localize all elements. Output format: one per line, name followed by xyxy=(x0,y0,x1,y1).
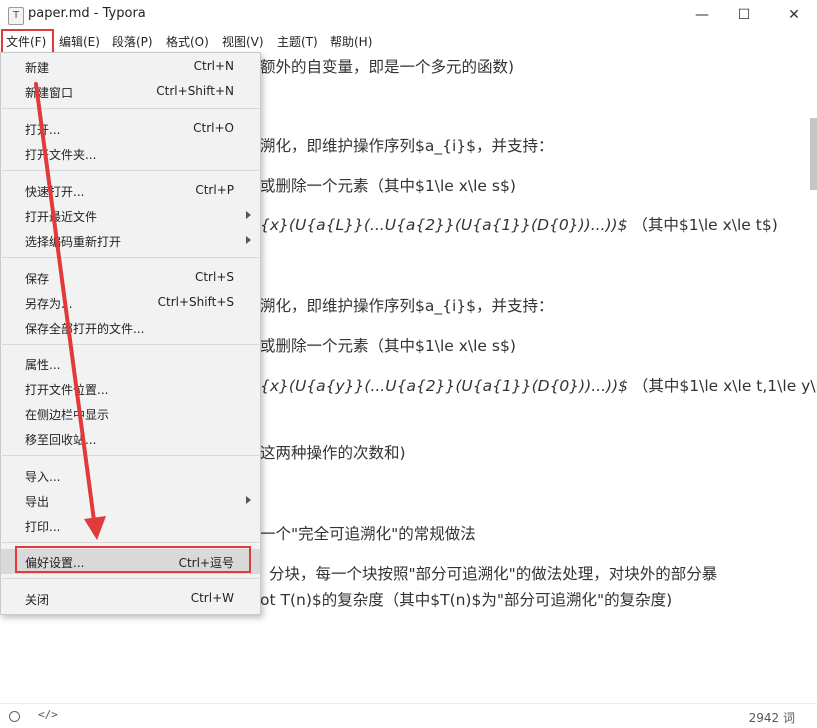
file-menu-highlight-box xyxy=(1,29,54,54)
preferences-highlight-box xyxy=(15,546,251,573)
menu-separator xyxy=(2,108,259,109)
minimize-button[interactable]: — xyxy=(679,0,725,30)
menu-item-label: 新建 xyxy=(25,61,50,75)
menu-open-folder[interactable]: 打开文件夹... xyxy=(1,141,260,166)
menu-paragraph[interactable]: 段落(P) xyxy=(112,33,153,50)
submenu-arrow-icon xyxy=(246,236,251,244)
editor-line: {x}(U{a{L}}(...U{a{2}}(U{a{1}}(D{0}))...… xyxy=(260,213,778,235)
menu-print[interactable]: 打印... xyxy=(1,513,260,538)
maximize-button[interactable]: ☐ xyxy=(721,0,767,30)
status-bar: </> 2942 词 xyxy=(0,703,817,728)
menu-item-label: 打开文件位置... xyxy=(25,383,109,397)
file-menu-dropdown: 新建 Ctrl+N 新建窗口 Ctrl+Shift+N 打开... Ctrl+O… xyxy=(0,52,261,615)
math-text: {x}(U{a{L}}(...U{a{2}}(U{a{1}}(D{0}))...… xyxy=(260,216,628,234)
vertical-scrollbar-thumb[interactable] xyxy=(810,118,817,190)
editor-line: 额外的自变量，即是一个多元的函数) xyxy=(260,58,515,76)
menu-separator xyxy=(2,257,259,258)
math-note: （其中$1\le x\le t,1\le y\le xyxy=(632,377,817,395)
menu-separator xyxy=(2,578,259,579)
submenu-arrow-icon xyxy=(246,211,251,219)
menu-open-file-location[interactable]: 打开文件位置... xyxy=(1,376,260,401)
menu-help[interactable]: 帮助(H) xyxy=(330,33,372,50)
editor-line: 或删除一个元素（其中$1\le x\le s$) xyxy=(260,177,516,195)
menu-item-label: 保存全部打开的文件... xyxy=(25,322,145,336)
menu-new[interactable]: 新建 Ctrl+N xyxy=(1,54,260,79)
math-text: {x}(U{a{y}}(...U{a{2}}(U{a{1}}(D{0}))...… xyxy=(260,377,628,395)
title-bar: T paper.md - Typora — ☐ ✕ xyxy=(0,0,817,30)
menu-item-shortcut: Ctrl+W xyxy=(190,591,234,605)
submenu-arrow-icon xyxy=(246,496,251,504)
menu-item-label: 打开最近文件 xyxy=(25,210,98,224)
menu-item-shortcut: Ctrl+O xyxy=(193,121,234,135)
menu-item-shortcut: Ctrl+Shift+S xyxy=(157,295,234,309)
math-note: （其中$1\le x\le t$) xyxy=(632,216,778,234)
menu-move-to-trash[interactable]: 移至回收站... xyxy=(1,426,260,451)
menu-new-window[interactable]: 新建窗口 Ctrl+Shift+N xyxy=(1,79,260,104)
editor-line: 分块，每一个块按照"部分可追溯化"的做法处理，对块外的部分暴 xyxy=(269,565,718,583)
menu-theme[interactable]: 主题(T) xyxy=(277,33,318,50)
source-code-icon[interactable]: </> xyxy=(38,708,58,721)
menu-open[interactable]: 打开... Ctrl+O xyxy=(1,116,260,141)
menu-export[interactable]: 导出 xyxy=(1,488,260,513)
editor-line: ot T(n)$的复杂度（其中$T(n)$为"部分可追溯化"的复杂度) xyxy=(260,591,673,609)
menu-item-label: 导出 xyxy=(25,495,50,509)
menu-close[interactable]: 关闭 Ctrl+W xyxy=(1,586,260,611)
menu-view[interactable]: 视图(V) xyxy=(222,33,264,50)
editor-line: 或删除一个元素（其中$1\le x\le s$) xyxy=(260,337,516,355)
menu-item-label: 选择编码重新打开 xyxy=(25,235,122,249)
menu-item-label: 导入... xyxy=(25,470,61,484)
menu-item-shortcut: Ctrl+Shift+N xyxy=(156,84,234,98)
menu-save-as[interactable]: 另存为... Ctrl+Shift+S xyxy=(1,290,260,315)
menu-save-all[interactable]: 保存全部打开的文件... xyxy=(1,315,260,340)
window-title: paper.md - Typora xyxy=(28,6,146,21)
menu-item-label: 打开文件夹... xyxy=(25,148,97,162)
menu-save[interactable]: 保存 Ctrl+S xyxy=(1,265,260,290)
typora-app-icon: T xyxy=(8,7,24,25)
editor-line: 这两种操作的次数和) xyxy=(260,444,406,462)
word-count[interactable]: 2942 词 xyxy=(749,709,795,726)
menu-separator xyxy=(2,170,259,171)
menu-bar: 文件(F) 编辑(E) 段落(P) 格式(O) 视图(V) 主题(T) 帮助(H… xyxy=(0,30,817,52)
menu-reveal-in-sidebar[interactable]: 在侧边栏中显示 xyxy=(1,401,260,426)
editor-line: 溯化，即维护操作序列$a_{i}$，并支持： xyxy=(260,137,554,155)
menu-item-label: 快速打开... xyxy=(25,185,85,199)
menu-item-label: 保存 xyxy=(25,272,50,286)
editor-line: {x}(U{a{y}}(...U{a{2}}(U{a{1}}(D{0}))...… xyxy=(260,374,817,396)
menu-item-label: 打印... xyxy=(25,520,61,534)
menu-item-label: 新建窗口 xyxy=(25,86,74,100)
menu-properties[interactable]: 属性... xyxy=(1,351,260,376)
menu-reopen-with-encoding[interactable]: 选择编码重新打开 xyxy=(1,228,260,253)
menu-item-label: 打开... xyxy=(25,123,61,137)
menu-item-shortcut: Ctrl+S xyxy=(194,270,234,284)
menu-separator xyxy=(2,455,259,456)
editor-line: 溯化，即维护操作序列$a_{i}$，并支持： xyxy=(260,297,554,315)
menu-item-label: 另存为... xyxy=(25,297,73,311)
menu-import[interactable]: 导入... xyxy=(1,463,260,488)
menu-edit[interactable]: 编辑(E) xyxy=(59,33,100,50)
menu-quick-open[interactable]: 快速打开... Ctrl+P xyxy=(1,178,260,203)
menu-separator xyxy=(2,344,259,345)
menu-format[interactable]: 格式(O) xyxy=(166,33,209,50)
outline-toggle-icon[interactable] xyxy=(9,711,20,722)
menu-item-shortcut: Ctrl+N xyxy=(193,59,234,73)
menu-item-label: 属性... xyxy=(25,358,61,372)
menu-open-recent[interactable]: 打开最近文件 xyxy=(1,203,260,228)
menu-item-label: 移至回收站... xyxy=(25,433,97,447)
menu-item-label: 关闭 xyxy=(25,593,50,607)
close-button[interactable]: ✕ xyxy=(771,0,817,30)
menu-item-shortcut: Ctrl+P xyxy=(195,183,234,197)
menu-item-label: 在侧边栏中显示 xyxy=(25,408,110,422)
editor-line: 一个"完全可追溯化"的常规做法 xyxy=(260,525,476,543)
menu-separator xyxy=(2,542,259,543)
